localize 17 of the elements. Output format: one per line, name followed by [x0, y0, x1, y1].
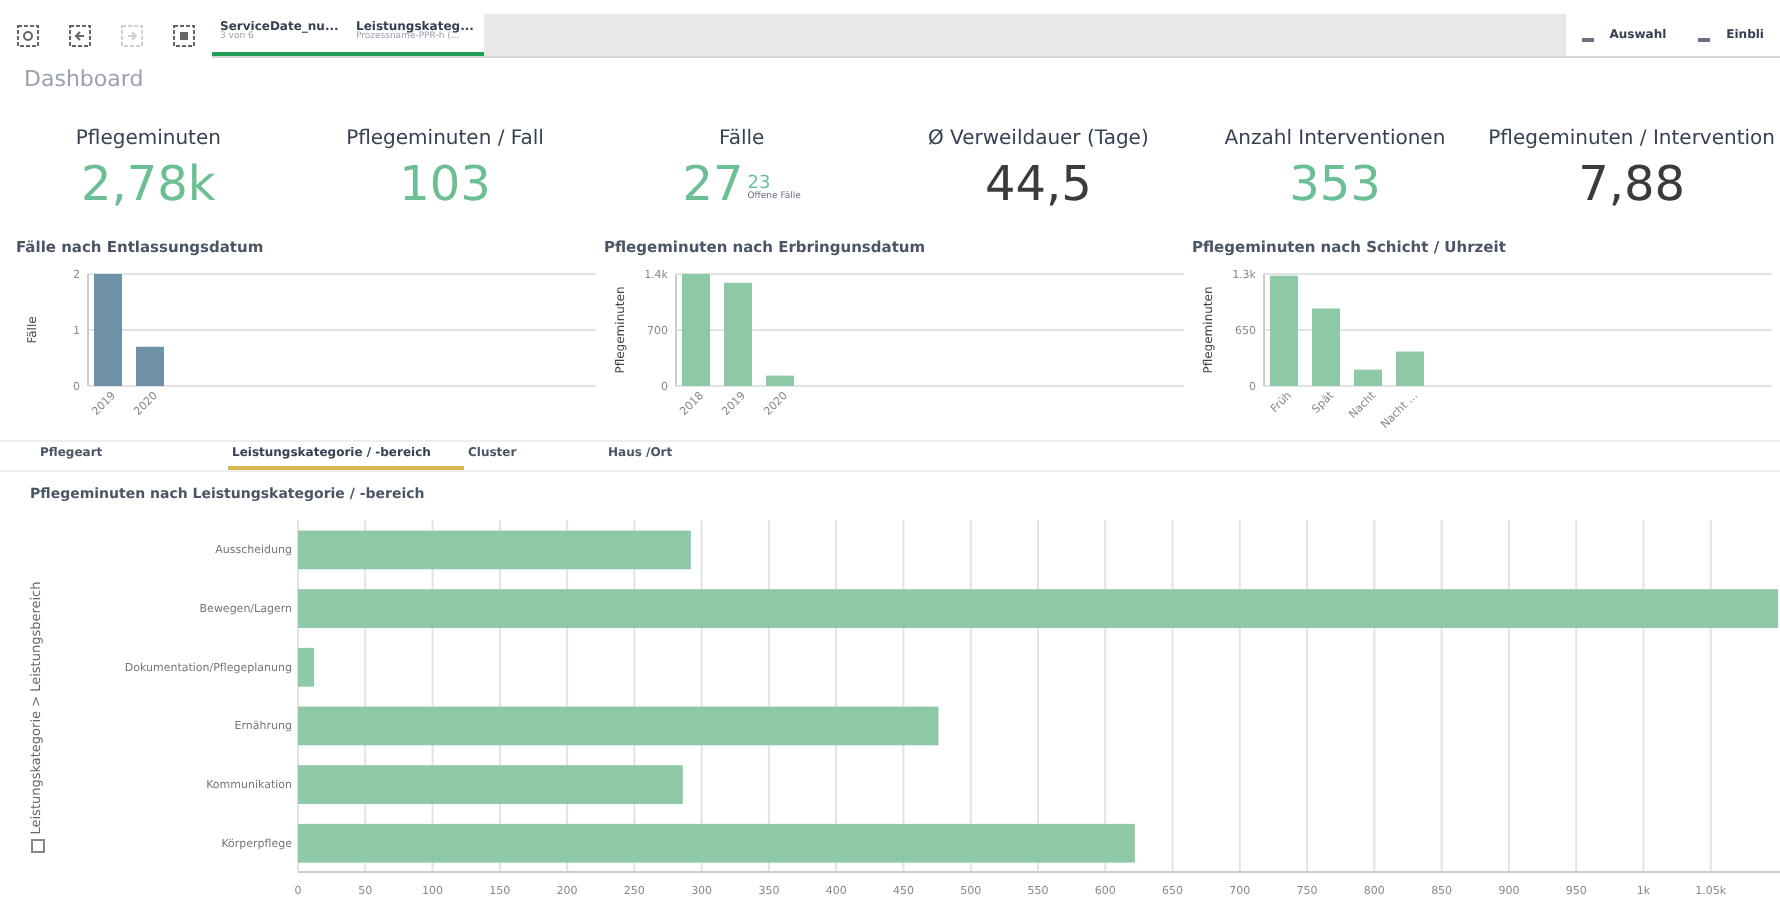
select-icon[interactable] — [16, 24, 40, 49]
kpi-value: 7,88 — [1578, 153, 1686, 214]
kpi-value: 353 — [1289, 153, 1381, 214]
kpi-value: 2,78k — [80, 153, 216, 214]
clear-icon[interactable] — [172, 24, 196, 49]
kpi-label: Ø Verweildauer (Tage) — [927, 125, 1149, 154]
kpi-label: Anzahl Interventionen — [1224, 125, 1446, 154]
kpi-label: Pflegeminuten / Fall — [346, 125, 544, 154]
kpi-value: 44,5 — [984, 153, 1092, 214]
back-icon[interactable] — [68, 24, 92, 49]
kpi-label: Pflegeminuten / Intervention — [1488, 125, 1775, 154]
kpi-label: Pflegeminuten — [75, 125, 221, 154]
kpi-value: 103 — [399, 153, 491, 214]
sheet-title: Dashboard — [22, 64, 146, 97]
kpi-value: 27 — [682, 153, 744, 214]
kpi-label: Fälle — [718, 125, 765, 154]
dimension-icon — [31, 839, 45, 853]
